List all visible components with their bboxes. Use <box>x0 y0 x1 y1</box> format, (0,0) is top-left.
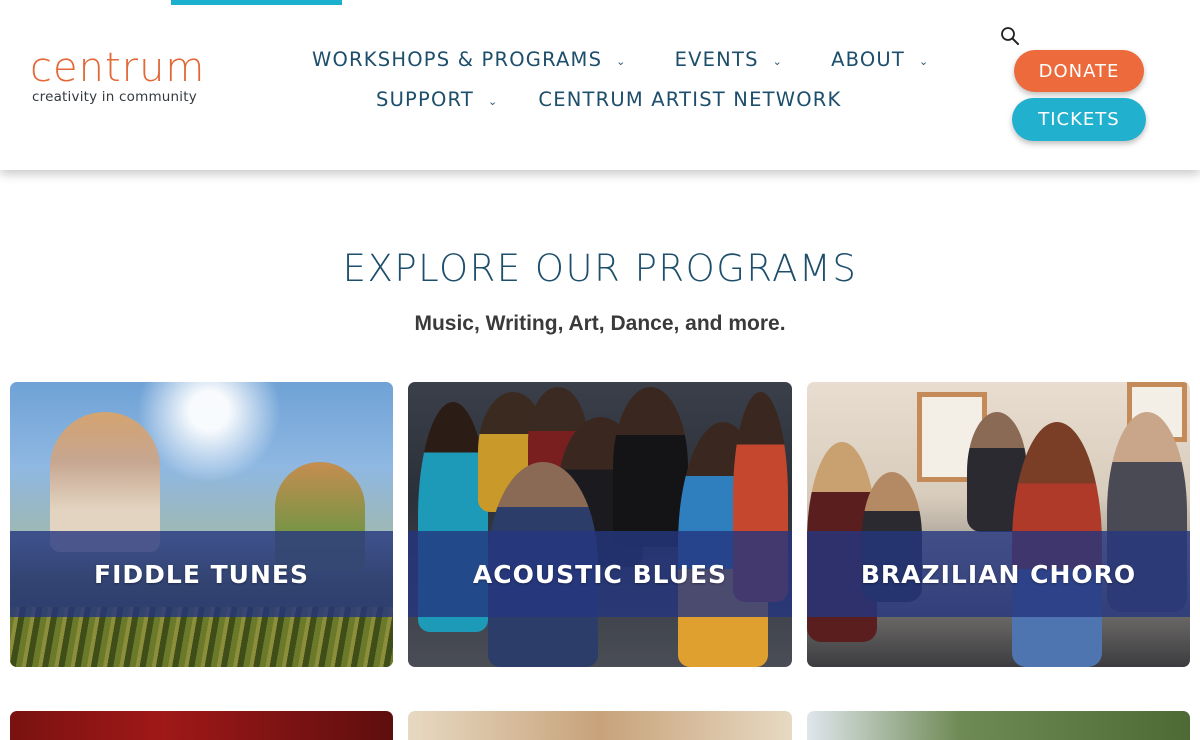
program-card-brazilian-choro[interactable]: BRAZILIAN CHORO <box>807 382 1190 667</box>
logo-wordmark: centrum <box>30 45 206 91</box>
main-nav-row-2: SUPPORT ⌄ CENTRUM ARTIST NETWORK <box>376 87 881 113</box>
site-logo[interactable]: centrum creativity in community <box>30 48 205 105</box>
program-card[interactable] <box>10 711 393 740</box>
nav-item-events[interactable]: EVENTS ⌄ <box>675 47 783 73</box>
site-header: centrum creativity in community WORKSHOP… <box>0 0 1200 170</box>
card-label: FIDDLE TUNES <box>94 559 309 589</box>
chevron-down-icon: ⌄ <box>772 55 784 68</box>
nav-item-label: SUPPORT <box>376 88 474 111</box>
nav-item-label: EVENTS <box>674 48 759 71</box>
card-label-band: ACOUSTIC BLUES <box>408 531 792 617</box>
active-nav-indicator <box>171 0 342 5</box>
logo-tagline: creativity in community <box>32 89 197 105</box>
nav-item-centrum-artist-network[interactable]: CENTRUM ARTIST NETWORK <box>538 87 841 113</box>
search-icon[interactable] <box>1000 26 1020 46</box>
card-label: BRAZILIAN CHORO <box>860 559 1137 589</box>
nav-item-about[interactable]: ABOUT ⌄ <box>831 47 929 73</box>
section-subtitle: Music, Writing, Art, Dance, and more. <box>414 312 786 335</box>
donate-button[interactable]: DONATE <box>1014 50 1144 92</box>
program-card-acoustic-blues[interactable]: ACOUSTIC BLUES <box>408 382 792 667</box>
nav-item-label: WORKSHOPS & PROGRAMS <box>312 48 603 71</box>
nav-item-label: CENTRUM ARTIST NETWORK <box>538 88 842 111</box>
nav-item-support[interactable]: SUPPORT ⌄ <box>376 87 498 113</box>
card-label-band: FIDDLE TUNES <box>10 531 393 617</box>
chevron-down-icon: ⌄ <box>487 95 499 108</box>
main-nav-row-1: WORKSHOPS & PROGRAMS ⌄ EVENTS ⌄ ABOUT ⌄ <box>312 47 977 73</box>
nav-item-label: ABOUT <box>831 48 905 71</box>
nav-item-workshops-programs[interactable]: WORKSHOPS & PROGRAMS ⌄ <box>312 47 627 73</box>
card-label: ACOUSTIC BLUES <box>472 559 728 589</box>
program-card[interactable] <box>408 711 792 740</box>
tickets-button[interactable]: TICKETS <box>1012 98 1146 141</box>
card-photo-figure <box>613 387 688 547</box>
program-card-fiddle-tunes[interactable]: FIDDLE TUNES <box>10 382 393 667</box>
card-label-band: BRAZILIAN CHORO <box>807 531 1190 617</box>
chevron-down-icon: ⌄ <box>919 55 930 68</box>
program-card[interactable] <box>807 711 1190 740</box>
section-title: EXPLORE OUR PROGRAMS <box>342 247 858 290</box>
chevron-down-icon: ⌄ <box>616 55 627 68</box>
